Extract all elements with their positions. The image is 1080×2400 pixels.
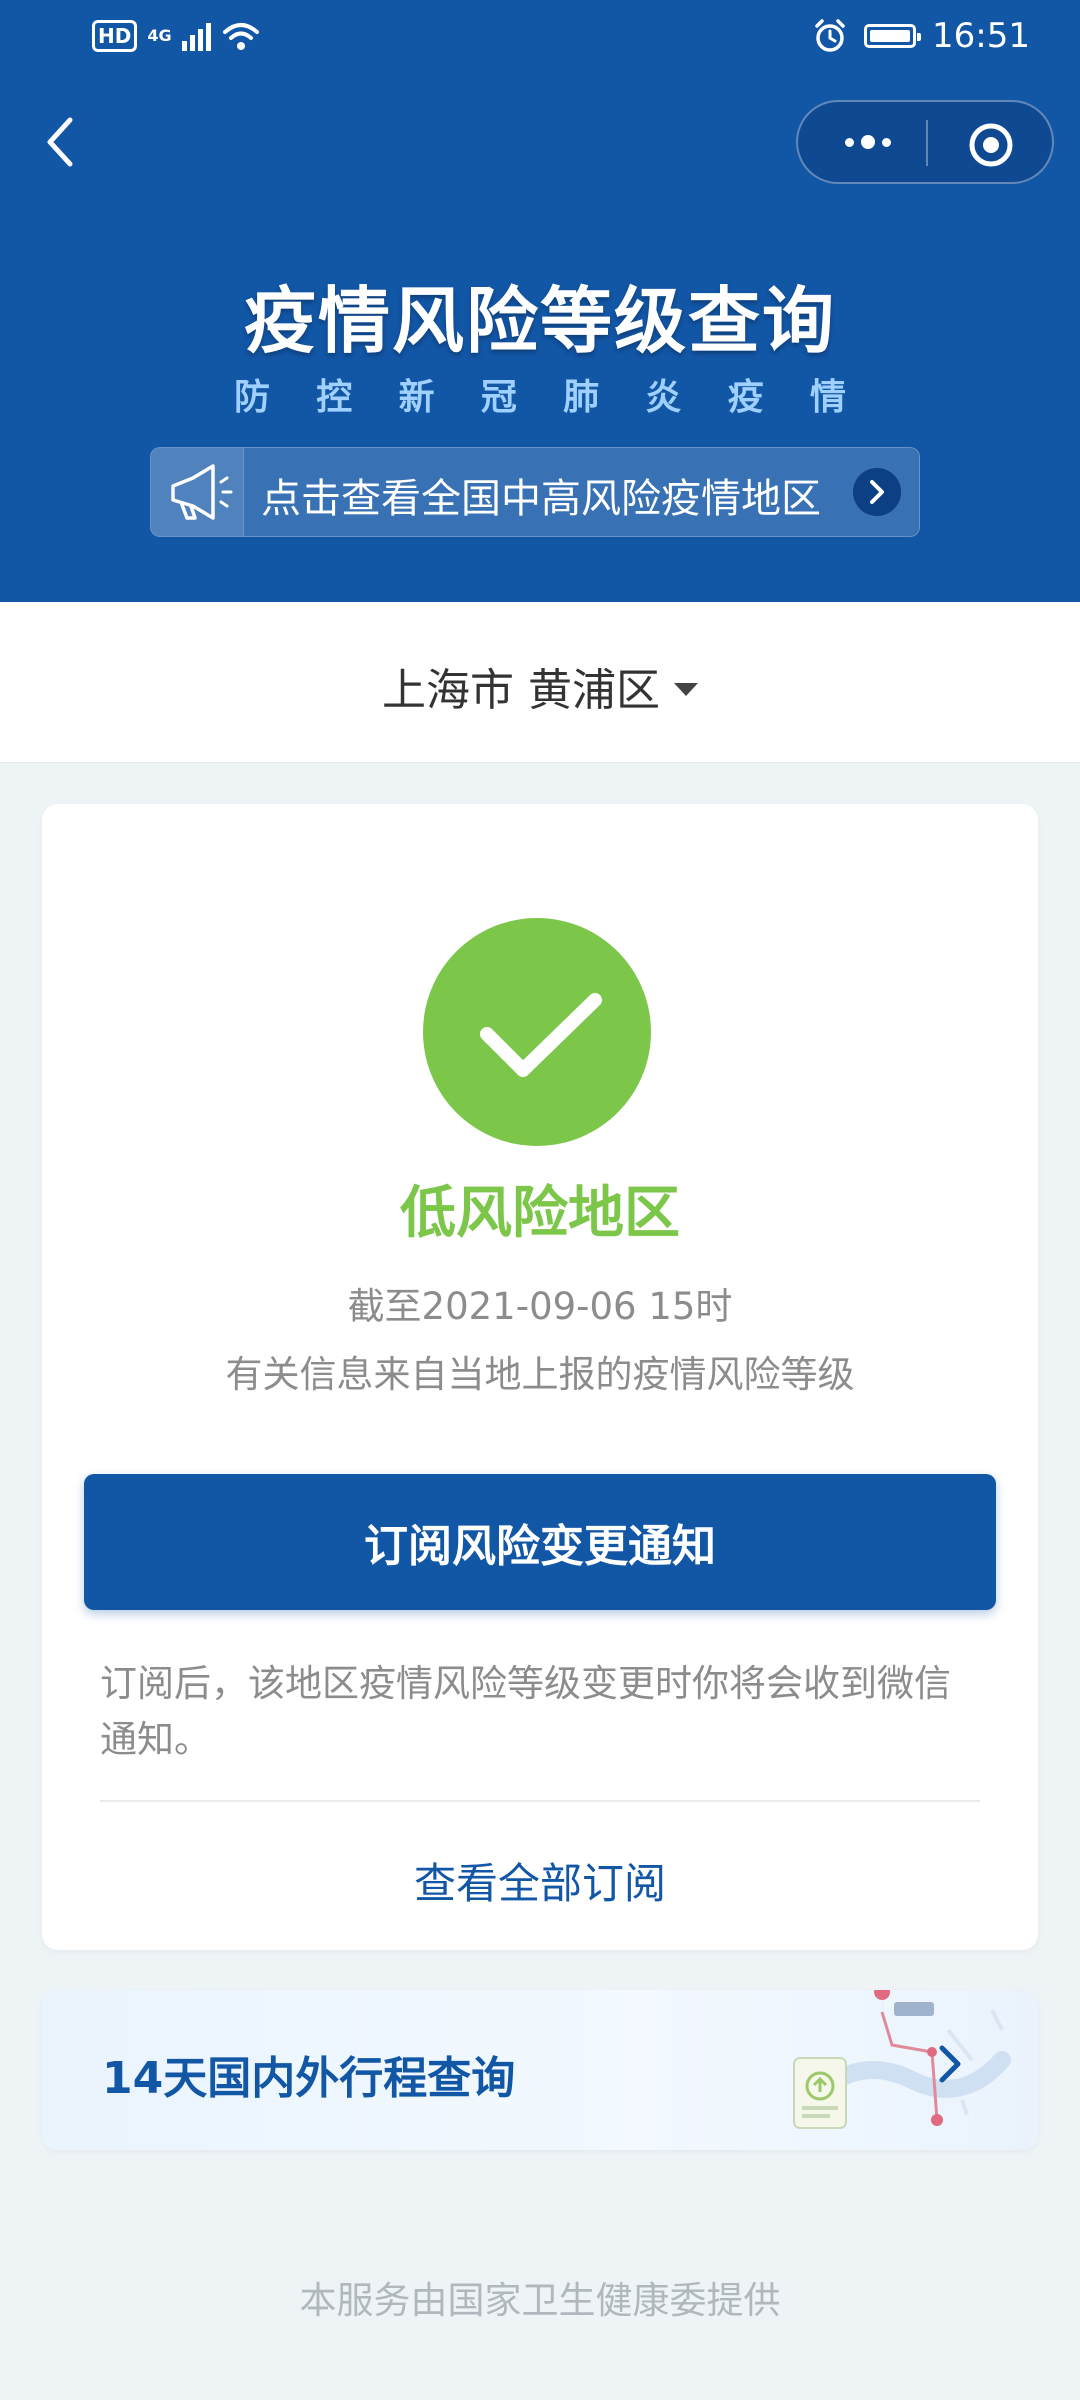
map-route-illustration-icon <box>793 1990 1011 2129</box>
page-title: 疫情风险等级查询 <box>243 279 836 363</box>
mini-program-capsule <box>796 100 1054 184</box>
risk-level-card: 低风险地区 截至2021-09-06 15时 有关信息来自当地上报的疫情风险等级… <box>42 804 1038 1950</box>
status-bar: HD 4G 16:51 <box>0 0 1080 78</box>
megaphone-icon <box>171 464 233 520</box>
subscribe-button[interactable]: 订阅风险变更通知 <box>84 1474 996 1610</box>
target-circle-icon[interactable] <box>968 122 1014 168</box>
subscribe-note: 订阅后，该地区疫情风险等级变更时你将会收到微信通知。 <box>100 1662 951 1761</box>
itinerary-title: 14天国内外行程查询 <box>102 2053 516 2104</box>
clock: 16:51 <box>932 16 1030 56</box>
more-dots-icon[interactable] <box>828 122 908 162</box>
header-banner: HD 4G 16:51 疫情风险等级查询 防 控 新 冠 肺 炎 疫 情 点击查… <box>0 0 1080 602</box>
wifi-icon <box>222 23 259 50</box>
subtitle-char: 疫 <box>727 377 764 418</box>
location-selector-bar: 上海市 黄浦区 <box>0 602 1080 763</box>
view-all-subscriptions-link[interactable]: 查看全部订阅 <box>42 1850 1038 1911</box>
source-info: 有关信息来自当地上报的疫情风险等级 <box>225 1353 855 1396</box>
signal-icon <box>181 21 211 51</box>
hd-badge: HD <box>92 20 138 52</box>
divider <box>100 1800 980 1802</box>
subtitle-char: 肺 <box>563 377 600 418</box>
caret-down-icon <box>674 682 698 696</box>
battery-icon <box>864 24 922 48</box>
network-type: 4G <box>147 26 172 45</box>
chevron-left-icon[interactable] <box>40 112 80 172</box>
alarm-icon <box>815 19 845 52</box>
capsule-divider <box>926 120 928 166</box>
update-time: 截至2021-09-06 15时 <box>347 1285 733 1328</box>
checkmark-circle-icon <box>423 918 651 1146</box>
subtitle-char: 防 <box>234 377 271 418</box>
location-selector[interactable]: 上海市 黄浦区 <box>0 654 1080 718</box>
subtitle-char: 冠 <box>480 377 517 418</box>
footer-provider: 本服务由国家卫生健康委提供 <box>299 2279 781 2322</box>
subtitle-char: 控 <box>316 377 353 418</box>
subtitle-char: 情 <box>809 377 846 418</box>
page-subtitle: 防 控 新 冠 肺 炎 疫 情 <box>234 368 846 420</box>
notice-text: 点击查看全国中高风险疫情地区 <box>261 476 821 522</box>
itinerary-query-card[interactable]: 14天国内外行程查询 <box>42 1990 1038 2150</box>
chevron-right-icon <box>853 468 901 516</box>
subtitle-char: 新 <box>398 377 435 418</box>
subtitle-char: 炎 <box>645 377 682 418</box>
notice-icon-box <box>151 448 244 536</box>
high-risk-areas-notice[interactable]: 点击查看全国中高风险疫情地区 <box>150 447 920 537</box>
location-label: 上海市 黄浦区 <box>382 665 660 716</box>
status-right: 16:51 <box>812 16 1030 56</box>
risk-level-label: 低风险地区 <box>400 1181 680 1246</box>
status-left: HD 4G <box>92 20 261 52</box>
